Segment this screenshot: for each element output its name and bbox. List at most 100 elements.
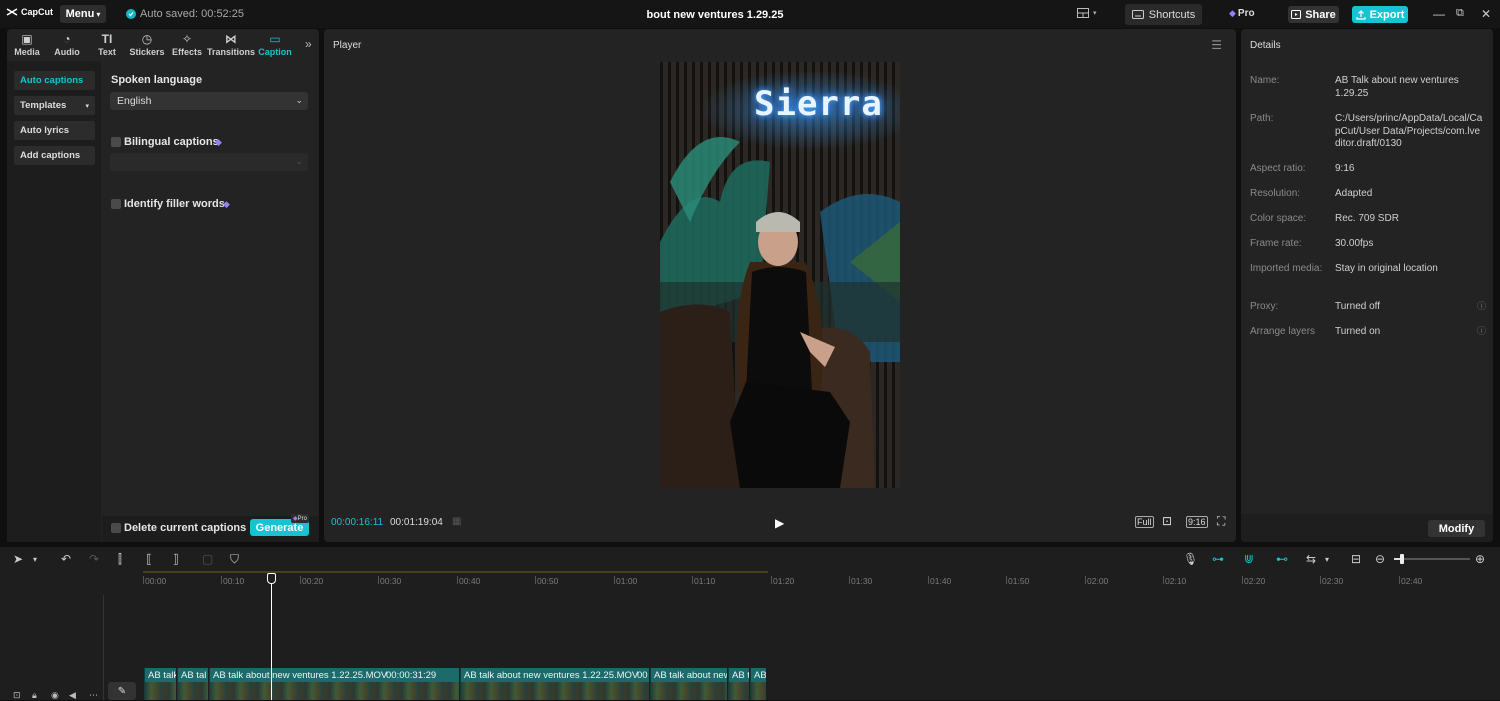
track-thumbnail-icon[interactable]: ⊡: [13, 690, 21, 701]
zoom-to-fit-icon[interactable]: ⊟: [1351, 552, 1361, 566]
timeline-ruler[interactable]: 00:00 00:10 00:20 00:30 00:40 00:50 01:0…: [143, 574, 1500, 588]
visibility-icon[interactable]: ◉: [51, 690, 59, 701]
detail-key-framerate: Frame rate:: [1250, 238, 1302, 249]
detail-key-imported: Imported media:: [1250, 263, 1323, 274]
clip-thumbnails: [751, 682, 766, 700]
zoom-fit-icon[interactable]: ⊡: [1162, 514, 1172, 528]
maximize-icon[interactable]: ⧉: [1456, 7, 1464, 20]
clip-label: AB: [754, 670, 766, 681]
filler-words-label: Identify filler words: [124, 198, 225, 210]
share-button[interactable]: Share: [1288, 6, 1339, 23]
video-clip[interactable]: AB tal: [177, 668, 208, 700]
modify-button[interactable]: Modify: [1428, 520, 1485, 537]
video-clip[interactable]: AB talk about new ventures 1.22.25.MOV 00: [460, 668, 649, 700]
split-right-icon[interactable]: ⟧: [173, 552, 179, 566]
zoom-out-icon[interactable]: ⊖: [1375, 552, 1385, 566]
shortcuts-button[interactable]: Shortcuts: [1125, 4, 1202, 25]
cover-button[interactable]: ✎: [108, 682, 136, 700]
video-clip[interactable]: AB: [750, 668, 766, 700]
export-button[interactable]: Export: [1352, 6, 1408, 23]
zoom-in-icon[interactable]: ⊕: [1475, 552, 1485, 566]
split-icon[interactable]: ⫿: [118, 552, 122, 567]
chevron-down-icon[interactable]: ▾: [33, 555, 37, 564]
close-icon[interactable]: ✕: [1481, 7, 1491, 21]
ruler-tick: [300, 576, 301, 584]
layout-button[interactable]: ▾: [1077, 8, 1097, 18]
player-menu-icon[interactable]: ☰: [1211, 38, 1222, 52]
tab-media[interactable]: ▣ Media: [7, 29, 47, 61]
select-cursor-icon[interactable]: ➤: [13, 552, 23, 566]
subnav-auto-lyrics[interactable]: Auto lyrics: [14, 121, 95, 140]
shield-icon[interactable]: ⛉: [230, 552, 239, 567]
ruler-label: 01:00: [616, 576, 638, 586]
spoken-language-select[interactable]: English ⌄: [110, 92, 308, 110]
chevron-down-icon: ⌄: [295, 95, 303, 105]
details-panel: Details Name: AB Talk about new ventures…: [1241, 29, 1493, 542]
auto-captions-content: Spoken language English ⌄ Bilingual capt…: [102, 61, 319, 542]
subnav-add-captions[interactable]: Add captions: [14, 146, 95, 165]
link-clips-icon[interactable]: ⊷: [1276, 552, 1288, 566]
video-clip[interactable]: AB talk: [144, 668, 176, 700]
tab-effects[interactable]: ✧ Effects: [167, 29, 207, 61]
clip-thumbnails: [145, 682, 176, 700]
ruler-label: 00:50: [537, 576, 559, 586]
layout-icon: [1077, 8, 1089, 18]
bilingual-language-select[interactable]: ⌄: [110, 153, 308, 171]
tab-caption[interactable]: ▭ Caption: [255, 29, 295, 61]
timecode-grid-icon[interactable]: ▦: [452, 516, 461, 527]
ruler-tick: [1320, 576, 1321, 584]
chevron-down-icon[interactable]: ▾: [1325, 555, 1329, 564]
zoom-slider-handle[interactable]: [1400, 554, 1404, 564]
minimize-icon[interactable]: —: [1433, 7, 1445, 21]
bilingual-checkbox[interactable]: [111, 137, 121, 147]
transitions-icon: ⋈: [225, 32, 237, 46]
playhead-handle[interactable]: [267, 573, 276, 584]
volume-icon[interactable]: ◀︎: [69, 690, 76, 701]
full-quality-button[interactable]: Full: [1135, 516, 1154, 528]
video-clip[interactable]: AB talk about new ventures 1.22.25.MOV 00…: [209, 668, 459, 700]
ratio-button[interactable]: 9:16: [1186, 516, 1208, 528]
filler-words-checkbox[interactable]: [111, 199, 121, 209]
tab-text[interactable]: TI Text: [87, 29, 127, 61]
redo-icon[interactable]: ↷: [89, 552, 99, 566]
subnav-auto-captions[interactable]: Auto captions: [14, 71, 95, 90]
clip-label: AB talk about new ventures 1.22.25.MOV: [213, 670, 388, 681]
playhead-line[interactable]: [271, 583, 272, 700]
clip-duration: 00: [637, 670, 648, 681]
help-icon[interactable]: ⓘ: [1477, 299, 1486, 312]
video-clip[interactable]: AB talk about new ven: [650, 668, 727, 700]
detail-key-proxy: Proxy:: [1250, 301, 1279, 312]
tab-audio[interactable]: ◔ Audio: [47, 29, 87, 61]
diamond-icon: ◆: [223, 199, 230, 209]
ruler-label: 02:30: [1322, 576, 1344, 586]
fullscreen-icon[interactable]: ⛶: [1217, 514, 1225, 529]
subnav-templates[interactable]: Templates ▾: [14, 96, 95, 115]
zoom-slider-track[interactable]: [1394, 558, 1470, 560]
more-icon[interactable]: ⋯: [89, 690, 98, 701]
clip-label: AB tal: [181, 670, 207, 681]
lock-icon[interactable]: 🔒︎: [32, 690, 37, 701]
play-icon[interactable]: ▶: [775, 516, 784, 530]
microphone-icon[interactable]: 🎙: [1183, 552, 1198, 566]
delete-captions-checkbox[interactable]: [111, 523, 121, 533]
tab-transitions[interactable]: ⋈ Transitions: [207, 29, 255, 61]
help-icon[interactable]: ⓘ: [1477, 324, 1486, 337]
split-left-icon[interactable]: ⟦: [146, 552, 152, 566]
video-preview[interactable]: Sierra: [660, 62, 900, 488]
delete-icon[interactable]: ▢: [202, 552, 213, 566]
chevron-down-icon: ▾: [85, 102, 89, 110]
expand-panel-icon[interactable]: »: [305, 37, 312, 51]
ruler-label: 01:10: [694, 576, 716, 586]
ruler-tick: [1006, 576, 1007, 584]
detail-value-framerate: 30.00fps: [1335, 238, 1374, 249]
link-main-track-icon[interactable]: ⊶: [1212, 552, 1224, 566]
detail-value-layers: Turned on: [1335, 326, 1381, 337]
undo-icon[interactable]: ↶: [61, 552, 71, 566]
magnet-icon[interactable]: ⋓: [1244, 552, 1254, 566]
video-clip[interactable]: AB t: [728, 668, 749, 700]
tab-stickers[interactable]: ◷ Stickers: [127, 29, 167, 61]
pro-button[interactable]: ◆ Pro: [1229, 8, 1255, 19]
preview-axis-icon[interactable]: ⇆: [1306, 552, 1316, 566]
caption-icon: ▭: [269, 32, 281, 46]
title-bar: CapCut Menu ▾ Auto saved: 00:52:25 bout n…: [0, 0, 1500, 28]
